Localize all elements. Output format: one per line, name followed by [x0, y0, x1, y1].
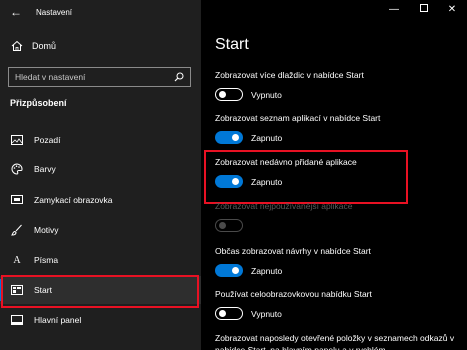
sidebar-item-hlavni-panel[interactable]: Hlavní panel [0, 306, 201, 334]
setting-label: Zobrazovat nejpoužívanější aplikace [215, 201, 353, 211]
sidebar-item-motivy[interactable]: Motivy [0, 216, 201, 244]
home-icon [10, 39, 24, 53]
lock-screen-icon [10, 193, 24, 207]
toggle-switch [215, 219, 243, 232]
setting-app-list: Zobrazovat seznam aplikací v nabídce Sta… [215, 113, 460, 144]
title-bar: ← Nastavení [0, 0, 201, 24]
setting-description: Zobrazovat naposledy otevřené položky v … [215, 333, 455, 350]
home-link[interactable]: Domů [10, 39, 56, 53]
setting-label: Občas zobrazovat návrhy v nabídce Start [215, 246, 371, 256]
sidebar-item-label: Motivy [34, 225, 59, 235]
sidebar-item-pisma[interactable]: A Písma [0, 246, 201, 274]
setting-more-tiles: Zobrazovat více dlaždic v nabídce Start … [215, 70, 460, 101]
search-icon[interactable] [171, 69, 187, 85]
toggle-switch[interactable] [215, 307, 243, 320]
setting-label: Zobrazovat seznam aplikací v nabídce Sta… [215, 113, 381, 123]
sidebar-item-label: Barvy [34, 164, 56, 174]
toggle-state: Vypnuto [251, 308, 282, 319]
minimize-icon[interactable]: — [387, 4, 401, 15]
font-icon: A [13, 254, 21, 266]
brush-icon [10, 223, 24, 237]
toggle-state: Zapnuto [251, 132, 283, 143]
setting-most-used: Zobrazovat nejpoužívanější aplikace [215, 201, 460, 232]
setting-suggestions: Občas zobrazovat návrhy v nabídce Start … [215, 246, 460, 277]
toggle-switch[interactable] [215, 131, 243, 144]
main-panel: — ✕ Start Zobrazovat více dlaždic v nabí… [201, 0, 467, 350]
palette-icon [10, 162, 24, 176]
section-title: Přizpůsobení [10, 98, 67, 108]
sidebar-item-zamykaci-obrazovka[interactable]: Zamykací obrazovka [0, 186, 201, 214]
highlight-box-start [1, 275, 199, 308]
toggle-switch[interactable] [215, 264, 243, 277]
highlight-box-recently-added [204, 150, 408, 204]
sidebar-item-label: Zamykací obrazovka [34, 195, 113, 205]
setting-fullscreen: Používat celoobrazovkovou nabídku Start … [215, 289, 460, 320]
page-title: Start [215, 36, 249, 53]
sidebar-item-label: Hlavní panel [34, 315, 82, 325]
search-input[interactable]: Hledat v nastavení [8, 67, 191, 87]
maximize-icon[interactable] [417, 4, 431, 15]
taskbar-icon [10, 313, 24, 327]
sidebar-item-label: Písma [34, 255, 59, 265]
home-label: Domů [32, 41, 57, 51]
toggle-switch[interactable] [215, 88, 243, 101]
setting-label: Používat celoobrazovkovou nabídku Start [215, 289, 372, 299]
search-placeholder: Hledat v nastavení [15, 72, 86, 82]
setting-recent-items: Zobrazovat naposledy otevřené položky v … [215, 332, 460, 350]
sidebar-item-label: Pozadí [34, 135, 61, 145]
window-title: Nastavení [36, 7, 73, 17]
close-icon[interactable]: ✕ [445, 4, 459, 15]
sidebar-item-pozadi[interactable]: Pozadí [0, 126, 201, 154]
toggle-state: Vypnuto [251, 89, 282, 100]
sidebar-item-barvy[interactable]: Barvy [0, 155, 201, 183]
sidebar: ← Nastavení Domů Hledat v nastavení Přiz… [0, 0, 201, 350]
picture-icon [10, 133, 24, 147]
back-arrow-icon[interactable]: ← [10, 5, 24, 19]
toggle-state: Zapnuto [251, 265, 283, 276]
setting-label: Zobrazovat více dlaždic v nabídce Start [215, 70, 364, 80]
